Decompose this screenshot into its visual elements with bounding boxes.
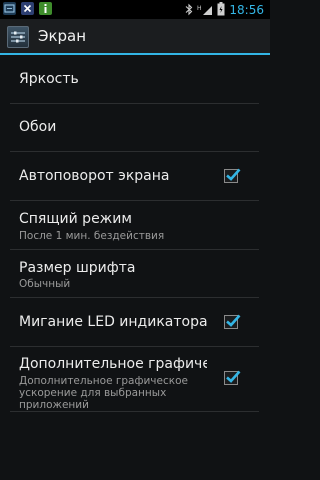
checkmark-icon (226, 370, 241, 383)
status-icons: H 18:56 (185, 1, 264, 20)
signal-h-icon: H (197, 1, 213, 20)
info-icon (39, 2, 52, 15)
battery-icon (217, 1, 225, 20)
setting-summary: Обычный (19, 278, 71, 290)
setting-gpu-acceleration[interactable]: Дополнительное графическое Дополнительно… (0, 347, 270, 412)
led-blink-checkbox[interactable] (224, 314, 241, 329)
setting-font-size[interactable]: Размер шрифта Обычный (0, 250, 270, 298)
gpu-acceleration-checkbox[interactable] (224, 370, 241, 385)
setting-title: Спящий режим (19, 211, 132, 227)
setting-summary-line-3: приложений (19, 399, 89, 411)
setting-summary-line-1: Дополнительное графическое (19, 375, 188, 387)
clock: 18:56 (229, 3, 264, 17)
setting-title: Яркость (19, 71, 79, 87)
status-bar: H 18:56 (0, 0, 270, 19)
setting-title: Дополнительное графическое (19, 356, 207, 372)
setting-title: Обои (19, 119, 57, 135)
bluetooth-icon (185, 1, 193, 20)
close-x-icon (21, 2, 34, 15)
setting-title: Размер шрифта (19, 260, 136, 276)
usb-debug-icon (3, 2, 16, 15)
setting-summary: После 1 мин. бездействия (19, 230, 165, 242)
setting-title: Автоповорот экрана (19, 168, 170, 184)
setting-auto-rotate[interactable]: Автоповорот экрана (0, 152, 270, 201)
setting-brightness[interactable]: Яркость (0, 55, 270, 104)
checkmark-icon (226, 314, 241, 327)
action-bar: Экран (0, 19, 270, 55)
setting-summary-line-2: ускорение для выбранных (19, 387, 167, 399)
settings-list: Яркость Обои Автоповорот экрана Спящий р… (0, 55, 270, 412)
setting-led-blink[interactable]: Мигание LED индикатора (0, 298, 270, 347)
divider (10, 411, 259, 412)
setting-sleep[interactable]: Спящий режим После 1 мин. бездействия (0, 201, 270, 250)
page-title: Экран (38, 27, 87, 45)
setting-wallpaper[interactable]: Обои (0, 104, 270, 152)
setting-title: Мигание LED индикатора (19, 314, 208, 330)
checkmark-icon (226, 168, 241, 181)
svg-text:H: H (197, 5, 202, 12)
notification-icons (3, 2, 52, 15)
settings-app-icon[interactable] (7, 26, 29, 48)
auto-rotate-checkbox[interactable] (224, 168, 241, 183)
